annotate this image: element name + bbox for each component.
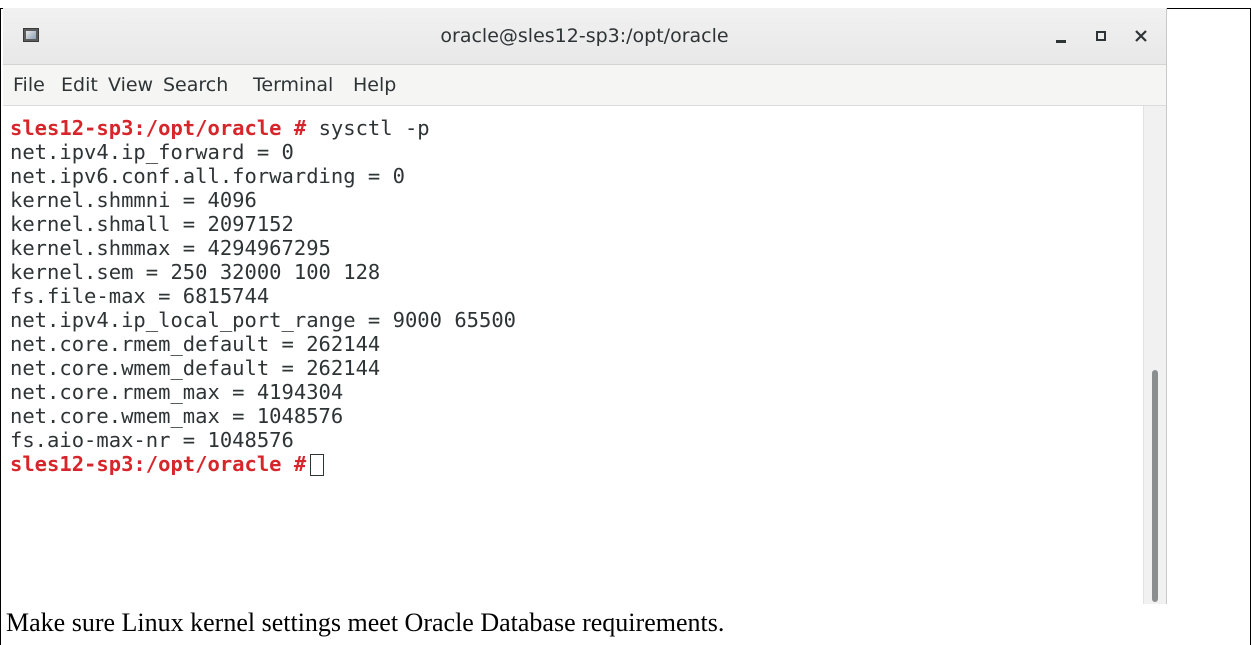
- menu-file[interactable]: File: [13, 74, 45, 96]
- maximize-button[interactable]: [1091, 26, 1111, 46]
- output-line: net.core.rmem_max = 4194304: [10, 380, 344, 404]
- output-line: net.core.wmem_max = 1048576: [10, 404, 344, 428]
- frame-left-border: [0, 8, 1, 645]
- shell-prompt: sles12-sp3:/opt/oracle #: [10, 116, 307, 140]
- output-line: net.ipv6.conf.all.forwarding = 0: [10, 164, 405, 188]
- shell-prompt: sles12-sp3:/opt/oracle #: [10, 452, 307, 476]
- current-prompt-line[interactable]: sles12-sp3:/opt/oracle #: [10, 452, 325, 476]
- figure-caption: Make sure Linux kernel settings meet Ora…: [6, 608, 725, 637]
- command-line: sles12-sp3:/opt/oracle # sysctl -p: [10, 116, 430, 140]
- output-line: fs.file-max = 6815744: [10, 284, 270, 308]
- close-button[interactable]: [1131, 26, 1151, 46]
- output-line: kernel.shmmni = 4096: [10, 188, 257, 212]
- window-title: oracle@sles12-sp3:/opt/oracle: [440, 25, 729, 47]
- menu-bar: File Edit View Search Terminal Help: [3, 65, 1166, 106]
- terminal-output-area[interactable]: sles12-sp3:/opt/oracle # sysctl -p net.i…: [3, 106, 1143, 604]
- output-line: net.core.wmem_default = 262144: [10, 356, 381, 380]
- menu-search[interactable]: Search: [163, 74, 228, 96]
- terminal-window: oracle@sles12-sp3:/opt/oracle File Edit …: [3, 8, 1166, 604]
- output-line: net.core.rmem_default = 262144: [10, 332, 381, 356]
- menu-view[interactable]: View: [108, 74, 153, 96]
- menu-terminal[interactable]: Terminal: [253, 74, 333, 96]
- output-line: net.ipv4.ip_forward = 0: [10, 140, 294, 164]
- scrollbar-thumb[interactable]: [1152, 370, 1158, 602]
- close-icon: [1135, 30, 1147, 42]
- output-line: kernel.sem = 250 32000 100 128: [10, 260, 381, 284]
- scrollbar[interactable]: [1143, 106, 1166, 604]
- menu-help[interactable]: Help: [353, 74, 396, 96]
- output-line: fs.aio-max-nr = 1048576: [10, 428, 294, 452]
- output-line: net.ipv4.ip_local_port_range = 9000 6550…: [10, 308, 517, 332]
- menu-edit[interactable]: Edit: [61, 74, 98, 96]
- minimize-button[interactable]: [1051, 26, 1071, 46]
- title-bar[interactable]: oracle@sles12-sp3:/opt/oracle: [3, 8, 1166, 65]
- output-line: kernel.shmall = 2097152: [10, 212, 294, 236]
- text-cursor: [310, 454, 325, 476]
- output-line: kernel.shmmax = 4294967295: [10, 236, 331, 260]
- command-text: sysctl -p: [318, 116, 430, 140]
